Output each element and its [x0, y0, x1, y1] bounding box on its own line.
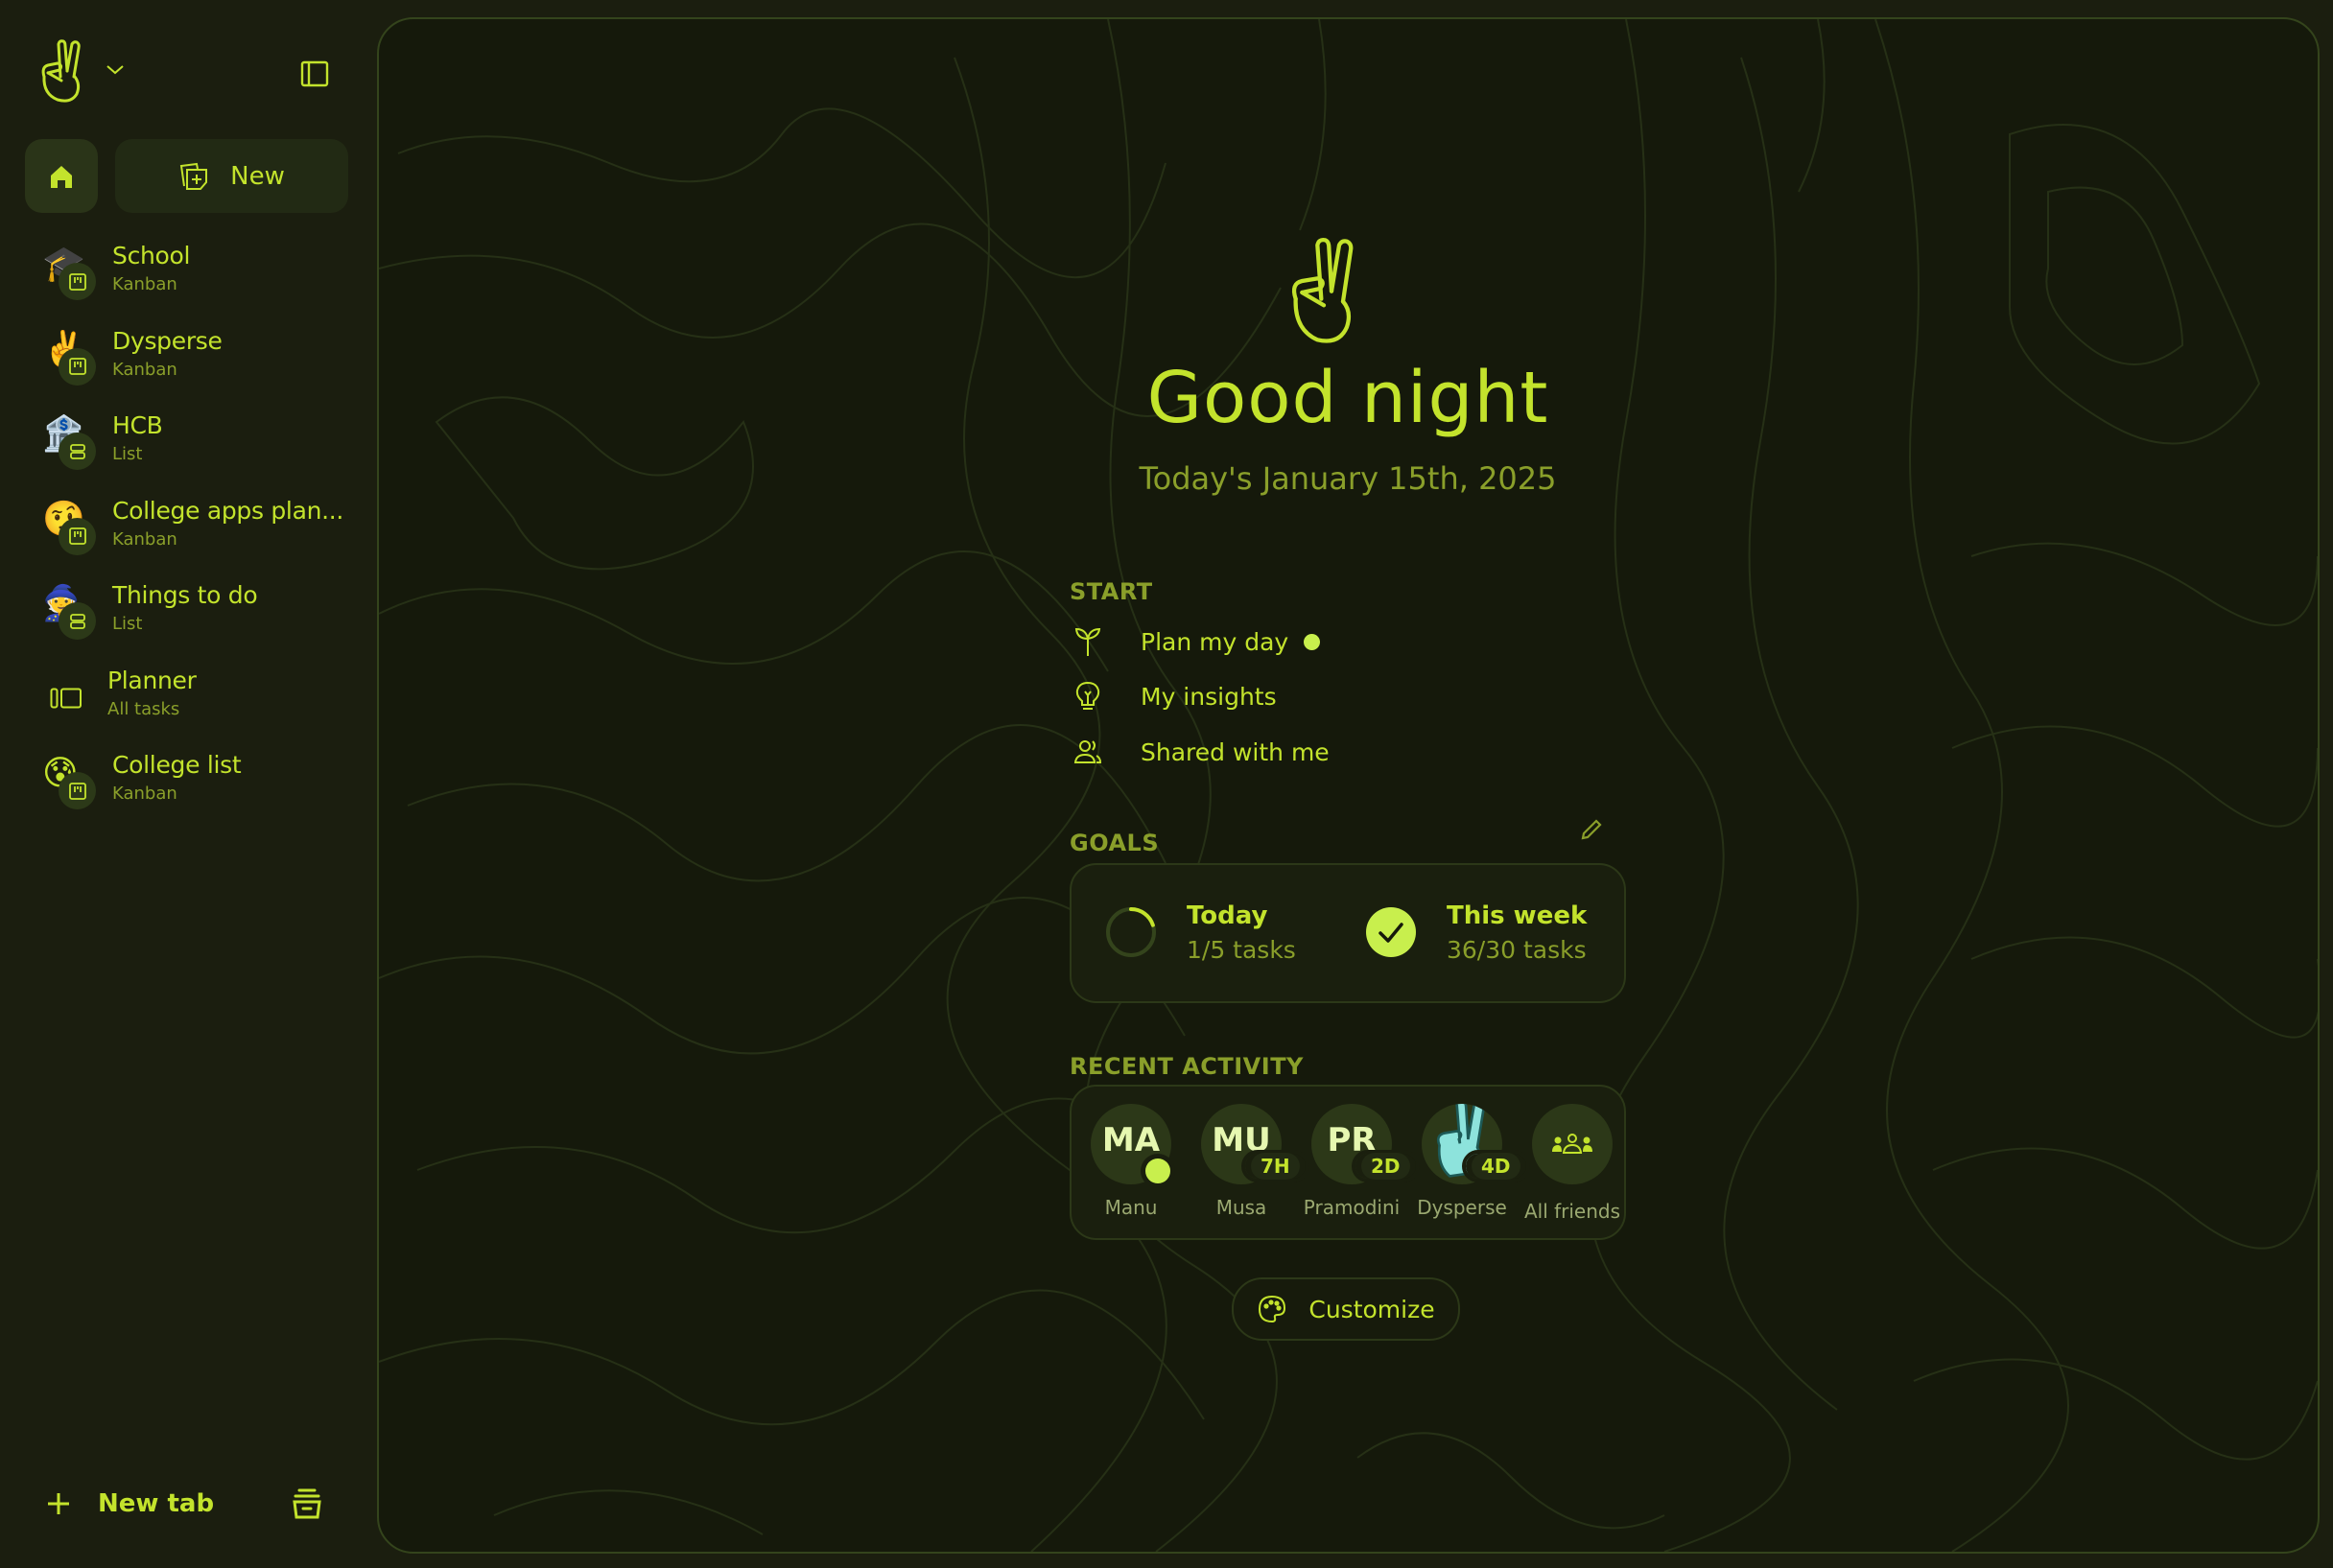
new-tab-stack-icon — [180, 162, 208, 190]
tab-subtitle: List — [112, 614, 143, 634]
tab-title: Planner — [107, 666, 197, 694]
new-tab-button[interactable]: New tab — [46, 1485, 214, 1523]
palette-icon — [1259, 1295, 1286, 1323]
all-friends-button[interactable]: All friends — [1513, 1104, 1620, 1229]
kanban-icon — [59, 772, 96, 809]
recent-activity-card: MA Manu MU 7H Musa PR 2D Pramodini 4D Dy… — [1070, 1085, 1626, 1240]
tab-subtitle: List — [112, 444, 143, 464]
home-panel: Good night Today's January 15th, 2025 ST… — [377, 17, 2320, 1554]
kanban-icon — [59, 347, 96, 386]
tab-subtitle: Kanban — [112, 784, 177, 804]
sidebar: New 🎓 School Kanban ✌️ Dysperse Kanban 🏦… — [0, 0, 377, 1568]
peace-hand-icon — [1285, 235, 1362, 350]
goal-progress: 36/30 tasks — [1447, 936, 1587, 964]
goal-progress: 1/5 tasks — [1187, 936, 1296, 964]
home-button[interactable] — [25, 139, 98, 213]
friend-musa[interactable]: MU 7H Musa — [1182, 1104, 1309, 1229]
new-button-label: New — [230, 161, 285, 191]
tab-subtitle: Kanban — [112, 274, 177, 294]
online-status-dot — [1141, 1154, 1175, 1188]
my-insights-label: My insights — [1141, 682, 1277, 711]
customize-button[interactable]: Customize — [1232, 1277, 1460, 1341]
shared-with-me-label: Shared with me — [1141, 737, 1330, 766]
notification-dot — [1304, 633, 1321, 650]
planner-columns-icon — [50, 688, 82, 709]
plan-my-day-button[interactable]: Plan my day — [1070, 620, 1321, 663]
tab-title: Things to do — [112, 581, 258, 609]
edit-goals-pencil-icon[interactable] — [1579, 817, 1604, 842]
tab-item-school[interactable]: 🎓 School Kanban — [0, 242, 377, 327]
friend-dysperse[interactable]: 4D Dysperse — [1402, 1104, 1530, 1229]
friend-name: Manu — [1104, 1196, 1158, 1219]
friend-manu[interactable]: MA Manu — [1072, 1104, 1177, 1229]
date-subtitle: Today's January 15th, 2025 — [1139, 460, 1557, 497]
shared-with-me-button[interactable]: Shared with me — [1070, 731, 1330, 773]
tab-item-college-apps[interactable]: 🤨 College apps plan... Kanban — [0, 497, 377, 582]
tab-subtitle: All tasks — [107, 698, 180, 719]
plan-my-day-label: Plan my day — [1141, 627, 1289, 656]
tab-title: School — [112, 242, 191, 269]
kanban-icon — [59, 517, 96, 555]
home-content: Good night Today's January 15th, 2025 ST… — [1070, 19, 1626, 1552]
tab-item-college-list[interactable]: 😰 College list Kanban — [0, 751, 377, 836]
start-section-label: START — [1070, 578, 1153, 605]
greeting-title: Good night — [1146, 357, 1549, 439]
plus-icon — [48, 1493, 69, 1514]
archive-icon[interactable] — [291, 1486, 323, 1521]
goal-title: Today — [1187, 901, 1268, 930]
tab-list: 🎓 School Kanban ✌️ Dysperse Kanban 🏦 HCB… — [0, 242, 377, 836]
list-icon — [59, 602, 96, 640]
peace-hand-logo-icon[interactable] — [38, 38, 86, 105]
goal-title: This week — [1447, 901, 1588, 930]
goal-complete-check-icon — [1366, 907, 1416, 957]
friend-name: Dysperse — [1417, 1196, 1507, 1219]
group-icon — [1552, 1134, 1592, 1154]
home-icon — [51, 165, 72, 188]
progress-ring — [1106, 907, 1156, 957]
goals-card[interactable]: Today 1/5 tasks This week 36/30 tasks — [1070, 863, 1626, 1003]
chevron-down-icon[interactable] — [104, 61, 127, 79]
new-tab-label: New tab — [98, 1489, 215, 1518]
customize-label: Customize — [1308, 1295, 1435, 1323]
kanban-icon — [59, 263, 96, 300]
friend-name: Pramodini — [1303, 1196, 1401, 1219]
list-icon — [59, 433, 96, 470]
sidebar-toggle-icon[interactable] — [299, 59, 330, 88]
tab-item-dysperse[interactable]: ✌️ Dysperse Kanban — [0, 327, 377, 412]
tab-title: College apps plan... — [112, 496, 344, 525]
tab-item-planner[interactable]: Planner All tasks — [0, 667, 377, 752]
tab-subtitle: Kanban — [112, 359, 177, 380]
recent-activity-section-label: RECENT ACTIVITY — [1070, 1053, 1304, 1080]
friend-name: All friends — [1523, 1200, 1621, 1223]
people-icon — [1073, 740, 1102, 763]
tab-item-hcb[interactable]: 🏦 HCB List — [0, 411, 377, 497]
avatar — [1532, 1104, 1613, 1184]
tab-title: Dysperse — [112, 326, 223, 355]
friend-pramodini[interactable]: PR 2D Pramodini — [1292, 1104, 1420, 1229]
tab-title: College list — [112, 751, 242, 779]
friend-name: Musa — [1215, 1196, 1267, 1219]
sprout-icon — [1074, 627, 1101, 656]
tab-title: HCB — [112, 411, 163, 439]
goals-section-label: GOALS — [1070, 830, 1160, 856]
lightbulb-icon — [1075, 681, 1100, 710]
my-insights-button[interactable]: My insights — [1070, 675, 1277, 717]
tab-item-things-to-do[interactable]: 🧙 Things to do List — [0, 581, 377, 667]
new-button[interactable]: New — [115, 139, 348, 213]
tab-subtitle: Kanban — [112, 528, 177, 550]
